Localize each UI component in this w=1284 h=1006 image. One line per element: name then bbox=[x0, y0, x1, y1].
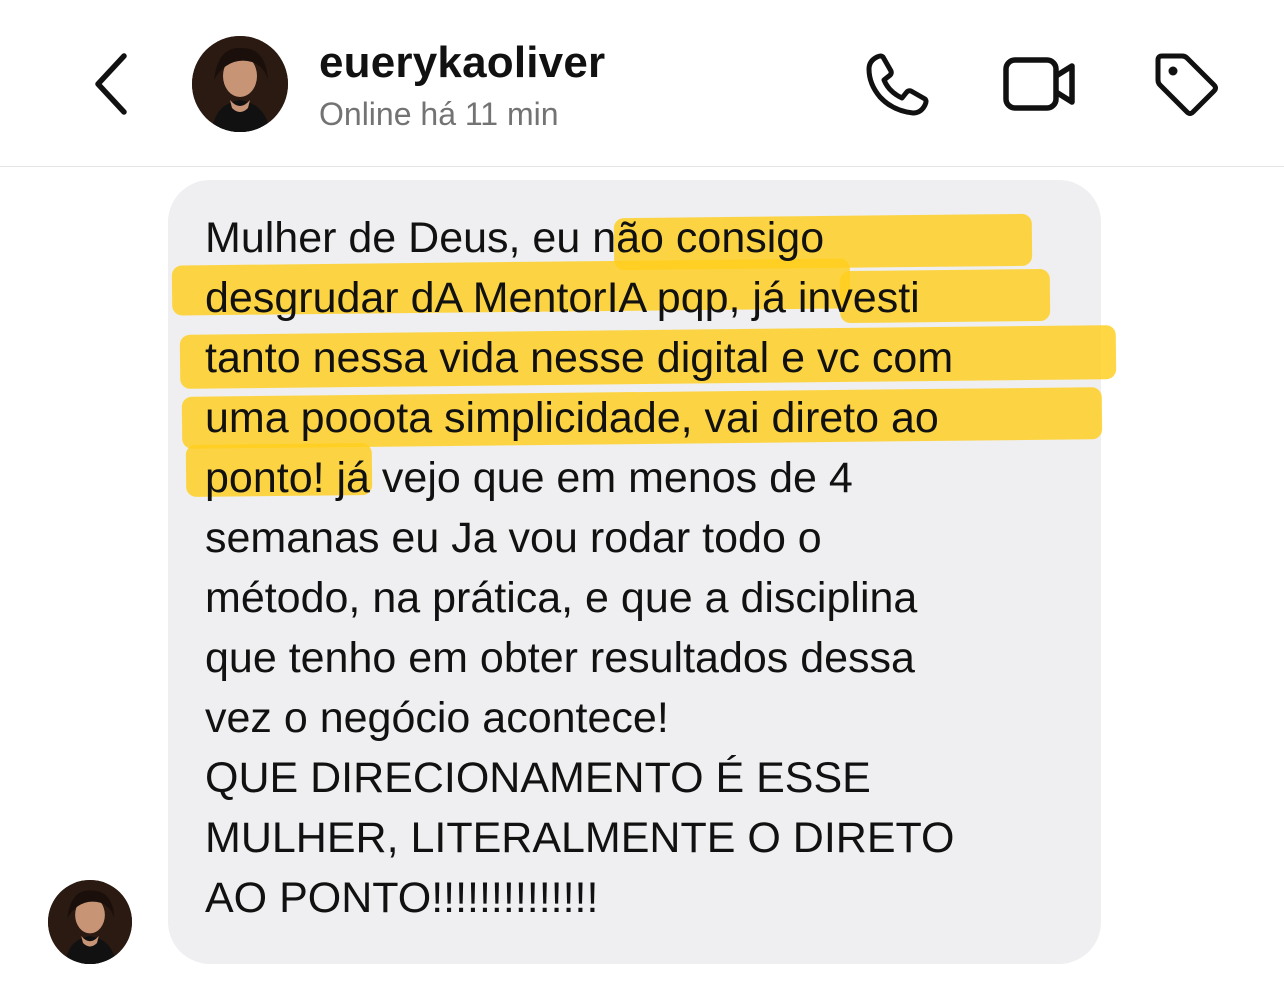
tag-icon bbox=[1155, 53, 1218, 116]
call-button[interactable] bbox=[860, 46, 936, 122]
phone-icon bbox=[866, 53, 929, 116]
message-line: vez o negócio acontece! bbox=[205, 694, 669, 742]
message-text: Mulher de Deus, eu não consigo desgrudar… bbox=[205, 208, 1085, 928]
message-line: ponto! já vejo que em menos de 4 bbox=[205, 454, 853, 502]
message-line: Mulher de Deus, eu não consigo bbox=[205, 214, 825, 262]
message-line: que tenho em obter resultados dessa bbox=[205, 634, 915, 682]
chevron-left-icon bbox=[95, 53, 127, 115]
contact-name[interactable]: euerykaoliver bbox=[319, 38, 605, 88]
back-button[interactable] bbox=[80, 46, 140, 122]
message-line: método, na prática, e que a disciplina bbox=[205, 574, 918, 622]
message-line: desgrudar dA MentorIA pqp, já investi bbox=[205, 274, 920, 322]
message-line: semanas eu Ja vou rodar todo o bbox=[205, 514, 822, 562]
message-line: MULHER, LITERALMENTE O DIRETO bbox=[205, 814, 955, 862]
sender-avatar[interactable] bbox=[48, 880, 132, 964]
chat-header: euerykaoliver Online há 11 min bbox=[0, 0, 1284, 167]
video-camera-icon bbox=[1003, 57, 1075, 111]
video-call-button[interactable] bbox=[1002, 46, 1078, 122]
message-line: tanto nessa vida nesse digital e vc com bbox=[205, 334, 954, 382]
online-status: Online há 11 min bbox=[319, 96, 559, 132]
message-line: uma pooota simplicidade, vai direto ao bbox=[205, 394, 939, 442]
message-line: AO PONTO!!!!!!!!!!!!!! bbox=[205, 874, 599, 922]
tag-button[interactable] bbox=[1148, 46, 1224, 122]
dm-conversation-screen: euerykaoliver Online há 11 min Mulher de… bbox=[0, 0, 1284, 1006]
avatar[interactable] bbox=[192, 36, 288, 132]
message-line: QUE DIRECIONAMENTO É ESSE bbox=[205, 754, 871, 802]
